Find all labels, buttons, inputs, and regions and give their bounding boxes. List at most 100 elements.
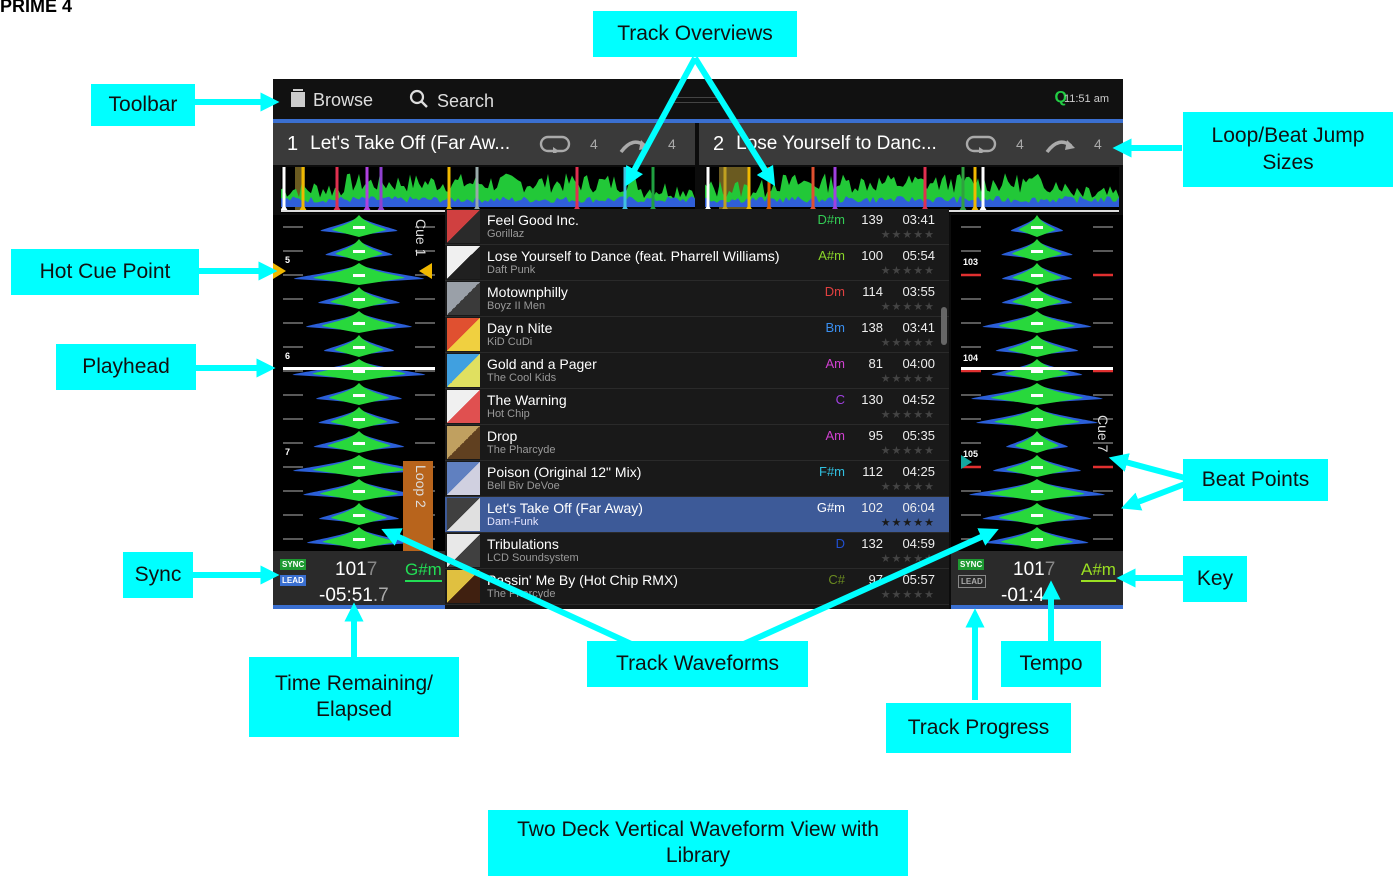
deck1-jump-size[interactable]: 4 <box>668 136 676 152</box>
loop-icon[interactable] <box>965 135 999 158</box>
callout-key: Key <box>1183 556 1247 602</box>
track-artist: LCD Soundsystem <box>487 552 579 564</box>
track-key: C <box>835 392 845 407</box>
loop-icon[interactable] <box>539 135 573 158</box>
track-key: G#m <box>816 500 845 515</box>
track-artist: The Cool Kids <box>487 372 557 384</box>
track-rating[interactable]: ★★★★★ <box>881 516 935 529</box>
track-key: A#m <box>818 248 845 263</box>
library-row[interactable]: Day n Nite KiD CuDi Bm 138 03:41 ★★★★★ <box>445 317 949 353</box>
deck2-loop-size[interactable]: 4 <box>1016 136 1024 152</box>
track-rating[interactable]: ★★★★★ <box>881 552 935 565</box>
album-art <box>447 390 480 423</box>
track-bpm: 139 <box>861 212 883 227</box>
callout-loop-beat-jump: Loop/Beat Jump Sizes <box>1183 112 1393 187</box>
deck1-cue-label: Cue 1 <box>413 219 429 257</box>
deck2-jump-size[interactable]: 4 <box>1094 136 1102 152</box>
track-key: Am <box>825 428 846 443</box>
track-rating[interactable]: ★★★★★ <box>881 480 935 493</box>
track-rating[interactable]: ★★★★★ <box>881 588 935 601</box>
beat-number: 103 <box>963 257 979 267</box>
library-row[interactable]: Feel Good Inc. Gorillaz D#m 139 03:41 ★★★★★ <box>445 209 949 245</box>
search-icon <box>409 89 429 114</box>
track-length: 03:55 <box>902 284 935 299</box>
library-scrollbar[interactable] <box>941 307 947 345</box>
deck2-waveform[interactable]: Cue 7 103 104 105 <box>951 215 1123 551</box>
track-length: 05:57 <box>902 572 935 587</box>
hot-cue-marker[interactable] <box>419 263 433 279</box>
beat-jump-icon[interactable] <box>1045 134 1077 159</box>
track-length: 03:41 <box>902 212 935 227</box>
folder-icon <box>291 89 305 112</box>
track-length: 04:59 <box>902 536 935 551</box>
track-rating[interactable]: ★★★★★ <box>881 300 935 313</box>
track-title: Day n Nite <box>487 320 553 336</box>
track-key: Dm <box>824 284 845 299</box>
callout-track-waveforms: Track Waveforms <box>587 641 808 687</box>
track-rating[interactable]: ★★★★★ <box>881 408 935 421</box>
browse-button[interactable]: Browse <box>291 89 373 112</box>
deck2-track-progress <box>951 605 1123 609</box>
deck1-loop-size[interactable]: 4 <box>590 136 598 152</box>
cue-number: 7 <box>285 447 291 457</box>
track-bpm: 112 <box>862 464 883 479</box>
deck1-key[interactable]: G#m <box>405 560 442 582</box>
library-row[interactable]: Let's Take Off (Far Away) Dam-Funk G#m 102 0… <box>445 497 949 533</box>
deck1-time-remaining[interactable]: -05:51.7 <box>319 585 389 607</box>
drag-handle[interactable] <box>673 97 719 103</box>
deck2-time-remaining[interactable]: -01:44 <box>1001 585 1055 607</box>
deck1-waveform[interactable]: Cue 1 Loop 2 5 6 7 <box>273 215 445 551</box>
track-bpm: 95 <box>868 428 883 443</box>
deck1-header[interactable]: 1 Let's Take Off (Far Aw... 4 4 <box>273 123 695 165</box>
cue-number: 6 <box>285 351 291 361</box>
library-row[interactable]: Motownphilly Boyz II Men Dm 114 03:55 ★★★★★ <box>445 281 949 317</box>
library-list[interactable]: Feel Good Inc. Gorillaz D#m 139 03:41 ★★★★★ Lo… <box>445 209 949 609</box>
hot-cue-marker[interactable] <box>961 455 973 469</box>
library-row[interactable]: Passin' Me By (Hot Chip RMX) The Pharcyde… <box>445 569 949 605</box>
track-artist: Dam-Funk <box>487 516 539 528</box>
track-bpm: 81 <box>868 356 883 371</box>
library-row[interactable]: Tribulations LCD Soundsystem D 132 04:59 ★★★★… <box>445 533 949 569</box>
deck1-title: Let's Take Off (Far Aw... <box>310 133 511 154</box>
sync-button[interactable]: SYNC <box>958 559 985 570</box>
track-length: 04:00 <box>902 356 935 371</box>
library-row[interactable]: Drop The Pharcyde Am 95 05:35 ★★★★★ <box>445 425 949 461</box>
library-row[interactable]: The Warning Hot Chip C 130 04:52 ★★★★★ <box>445 389 949 425</box>
track-bpm: 97 <box>868 572 883 587</box>
browse-label: Browse <box>313 90 374 110</box>
library-row[interactable]: Poison (Original 12" Mix) Bell Biv DeVoe F… <box>445 461 949 497</box>
hot-cue-marker[interactable] <box>273 263 287 279</box>
album-art <box>447 354 480 387</box>
library-row[interactable]: Gold and a Pager The Cool Kids Am 81 04:00 ★★… <box>445 353 949 389</box>
deck2-key[interactable]: A#m <box>1081 560 1116 582</box>
track-rating[interactable]: ★★★★★ <box>881 228 935 241</box>
deck2-footer: SYNC LEAD 1017 A#m -01:44 <box>951 551 1123 607</box>
track-artist: Bell Biv DeVoe <box>487 480 560 492</box>
track-title: The Warning <box>487 392 567 408</box>
track-title: Let's Take Off (Far Away) <box>487 500 643 516</box>
track-key: D#m <box>817 212 845 227</box>
track-length: 06:04 <box>902 500 935 515</box>
track-rating[interactable]: ★★★★★ <box>881 336 935 349</box>
deck1-track-overview[interactable] <box>281 167 695 213</box>
beat-jump-icon[interactable] <box>619 134 651 159</box>
track-rating[interactable]: ★★★★★ <box>881 372 935 385</box>
lead-button[interactable]: LEAD <box>958 575 986 588</box>
deck2-track-overview[interactable] <box>705 167 1119 213</box>
album-art <box>447 462 480 495</box>
track-rating[interactable]: ★★★★★ <box>881 444 935 457</box>
track-artist: Gorillaz <box>487 228 525 240</box>
track-length: 05:35 <box>902 428 935 443</box>
album-art <box>447 318 480 351</box>
track-rating[interactable]: ★★★★★ <box>881 264 935 277</box>
track-artist: Daft Punk <box>487 264 536 276</box>
lead-button[interactable]: LEAD <box>280 575 306 586</box>
track-length: 05:54 <box>902 248 935 263</box>
track-key: Bm <box>825 320 846 335</box>
sync-button[interactable]: SYNC <box>280 559 307 570</box>
search-button[interactable]: Search <box>409 89 494 114</box>
library-row[interactable]: Lose Yourself to Dance (feat. Pharrell W… <box>445 245 949 281</box>
beat-number: 104 <box>963 353 979 363</box>
callout-track-progress: Track Progress <box>886 703 1071 753</box>
deck2-header[interactable]: 2 Lose Yourself to Danc... 4 4 <box>699 123 1123 165</box>
